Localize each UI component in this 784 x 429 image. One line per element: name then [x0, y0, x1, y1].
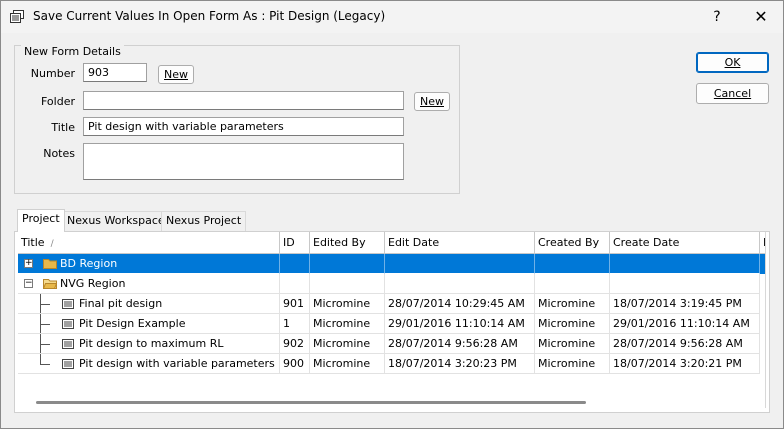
- notes-label: Notes: [43, 147, 75, 160]
- row-edited-by-cell: [310, 254, 385, 274]
- row-title-cell: Pit design with variable parameters: [18, 354, 280, 374]
- row-title: NVG Region: [60, 277, 126, 290]
- column-header-m[interactable]: M: [760, 232, 765, 254]
- column-header-title[interactable]: Title ∕: [18, 232, 280, 254]
- row-title: Pit design with variable parameters: [79, 357, 275, 370]
- table-row[interactable]: − NVG Region: [18, 274, 765, 294]
- row-title-cell: − NVG Region: [18, 274, 280, 294]
- form-icon: [62, 299, 74, 309]
- row-created-by-cell: Micromine: [535, 334, 610, 354]
- help-button[interactable]: ?: [707, 7, 727, 27]
- row-edit-date-cell: 28/07/2014 9:56:28 AM: [385, 334, 535, 354]
- open-folder-icon: [43, 279, 57, 289]
- close-button[interactable]: ✕: [749, 7, 773, 27]
- grid-header: Title ∕ ID Edited By Edit Date Created By…: [18, 232, 765, 254]
- window-title: Save Current Values In Open Form As : Pi…: [33, 9, 386, 23]
- cancel-button-label: Cancel: [713, 87, 752, 100]
- column-header-created-by[interactable]: Created By: [535, 232, 610, 254]
- row-id-cell: 900: [280, 354, 310, 374]
- scrollbar-thumb[interactable]: [36, 401, 586, 404]
- table-row[interactable]: + BD Region: [18, 254, 765, 274]
- table-row[interactable]: Pit Design Example 1 Micromine 29/01/201…: [18, 314, 765, 334]
- number-label: Number: [30, 67, 75, 80]
- row-edited-by-cell: Micromine: [310, 314, 385, 334]
- title-label: Title: [51, 121, 75, 134]
- row-create-date-cell: 28/07/2014 9:56:28 AM: [610, 334, 760, 354]
- folder-icon: [43, 259, 57, 269]
- row-edited-by-cell: Micromine: [310, 294, 385, 314]
- row-edited-by-cell: [310, 274, 385, 294]
- folder-input[interactable]: [83, 91, 404, 110]
- title-input[interactable]: Pit design with variable parameters: [83, 117, 404, 136]
- tab-nexus-workspace[interactable]: Nexus Workspace: [62, 211, 170, 231]
- table-row[interactable]: Pit design with variable parameters 900 …: [18, 354, 765, 374]
- row-edit-date-cell: [385, 274, 535, 294]
- row-title: Final pit design: [79, 297, 163, 310]
- row-title: Pit Design Example: [79, 317, 186, 330]
- row-id-cell: 901: [280, 294, 310, 314]
- row-create-date-cell: [610, 274, 760, 294]
- row-edit-date-cell: 29/01/2016 11:10:14 AM: [385, 314, 535, 334]
- row-created-by-cell: Micromine: [535, 314, 610, 334]
- row-edited-by-cell: Micromine: [310, 334, 385, 354]
- expand-icon[interactable]: +: [24, 259, 33, 268]
- save-form-dialog: Save Current Values In Open Form As : Pi…: [0, 0, 784, 429]
- ok-button-label: OK: [724, 56, 741, 69]
- window-stack-icon: [10, 10, 24, 23]
- row-edit-date-cell: 18/07/2014 3:20:23 PM: [385, 354, 535, 374]
- row-created-by-cell: [535, 254, 610, 274]
- folder-new-button[interactable]: New: [414, 92, 450, 111]
- group-legend: New Form Details: [21, 45, 124, 58]
- row-created-by-cell: Micromine: [535, 294, 610, 314]
- form-icon: [62, 319, 74, 329]
- title-bar: Save Current Values In Open Form As : Pi…: [1, 1, 783, 33]
- row-title: BD Region: [60, 257, 118, 270]
- row-created-by-cell: Micromine: [535, 354, 610, 374]
- column-header-edited-by[interactable]: Edited By: [310, 232, 385, 254]
- collapse-icon[interactable]: −: [24, 279, 33, 288]
- column-header-id[interactable]: ID: [280, 232, 310, 254]
- tab-nexus-project[interactable]: Nexus Project: [161, 211, 247, 231]
- column-header-edit-date[interactable]: Edit Date: [385, 232, 535, 254]
- row-edited-by-cell: Micromine: [310, 354, 385, 374]
- row-edit-date-cell: [385, 254, 535, 274]
- row-created-by-cell: [535, 274, 610, 294]
- ok-button[interactable]: OK: [696, 52, 769, 73]
- notes-input[interactable]: [83, 143, 404, 180]
- forms-grid[interactable]: Title ∕ ID Edited By Edit Date Created By…: [18, 232, 766, 408]
- table-row[interactable]: Pit design to maximum RL 902 Micromine 2…: [18, 334, 765, 354]
- column-header-create-date[interactable]: Create Date: [610, 232, 760, 254]
- row-create-date-cell: 29/01/2016 11:10:14 AM: [610, 314, 760, 334]
- row-title-cell: + BD Region: [18, 254, 280, 274]
- row-create-date-cell: 18/07/2014 3:20:21 PM: [610, 354, 760, 374]
- cancel-button[interactable]: Cancel: [696, 83, 769, 104]
- column-header-title-label: Title: [21, 236, 45, 249]
- row-title: Pit design to maximum RL: [79, 337, 224, 350]
- row-create-date-cell: 18/07/2014 3:19:45 PM: [610, 294, 760, 314]
- number-new-button[interactable]: New: [158, 65, 194, 84]
- row-edit-date-cell: 28/07/2014 10:29:45 AM: [385, 294, 535, 314]
- number-input[interactable]: 903: [83, 63, 147, 82]
- row-id-cell: 902: [280, 334, 310, 354]
- row-id-cell: [280, 254, 310, 274]
- table-row[interactable]: Final pit design 901 Micromine 28/07/201…: [18, 294, 765, 314]
- folder-label: Folder: [41, 95, 75, 108]
- row-id-cell: 1: [280, 314, 310, 334]
- row-create-date-cell: [610, 254, 760, 274]
- row-title-cell: Pit Design Example: [18, 314, 280, 334]
- row-title-cell: Final pit design: [18, 294, 280, 314]
- row-title-cell: Pit design to maximum RL: [18, 334, 280, 354]
- form-icon: [62, 359, 74, 369]
- sort-indicator-icon: ∕: [50, 239, 54, 249]
- form-icon: [62, 339, 74, 349]
- horizontal-scrollbar[interactable]: [18, 397, 766, 408]
- row-id-cell: [280, 274, 310, 294]
- tab-project[interactable]: Project: [17, 209, 65, 232]
